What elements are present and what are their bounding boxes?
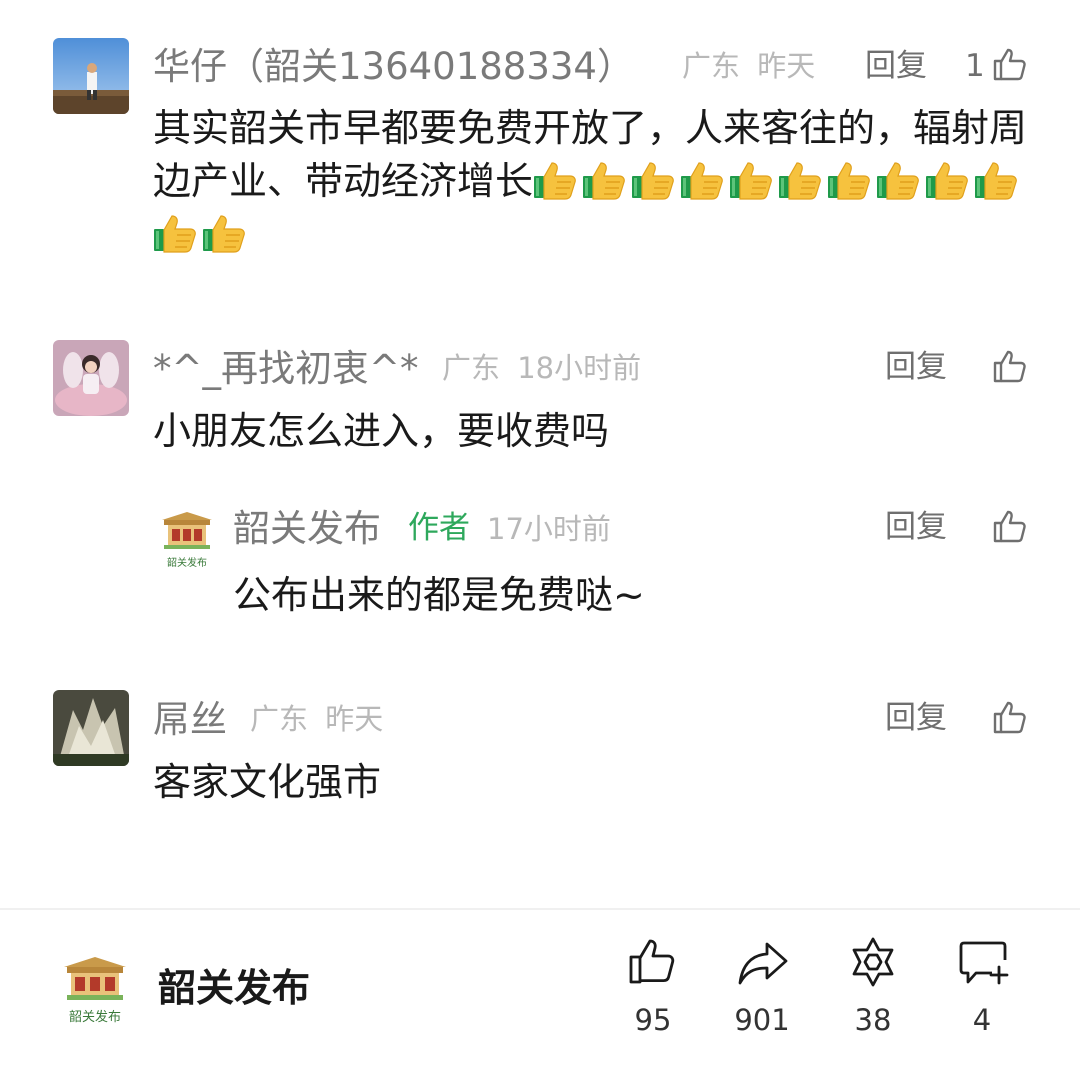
star-of-david-icon <box>852 937 894 987</box>
reply-button[interactable]: 回复 <box>885 703 947 734</box>
avatar[interactable] <box>53 340 129 416</box>
comment-meta: 广东 18小时前 <box>442 354 641 383</box>
bottom-bar-divider <box>0 908 1080 910</box>
author-badge: 作者 <box>408 510 470 546</box>
reply-text: 公布出来的都是免费哒~ <box>233 573 645 617</box>
thumbs-up-emoji-icon <box>153 213 197 253</box>
comment-text: 其实韶关市早都要免费开放了，人来客往的，辐射周边产业、带动经济增长 <box>153 102 1043 261</box>
account-name[interactable]: 韶关发布 <box>158 969 310 1007</box>
thumbs-up-emoji-icon <box>974 160 1018 200</box>
favorite-count: 38 <box>854 1003 892 1037</box>
thumbs-up-icon[interactable] <box>992 508 1028 544</box>
comment-time: 18小时前 <box>517 351 642 385</box>
thumbs-up-emoji-icon <box>925 160 969 200</box>
comment-meta: 广东 昨天 <box>682 52 815 81</box>
like-button[interactable] <box>628 937 678 989</box>
logo-caption: 韶关发布 <box>68 1010 121 1025</box>
reply-button[interactable]: 回复 <box>885 512 947 543</box>
comment-location: 广东 <box>250 702 309 736</box>
reply-time: 17小时前 <box>487 512 611 546</box>
author-avatar[interactable]: 韶关发布 <box>160 510 214 570</box>
thumbs-up-emoji-icon <box>533 160 577 200</box>
thumbs-up-emoji-icon <box>729 160 773 200</box>
reply-username[interactable]: 韶关发布 <box>233 510 381 547</box>
thumbs-up-emoji-icon <box>680 160 724 200</box>
comment-username[interactable]: 屌丝 <box>153 701 227 738</box>
favorite-button[interactable] <box>848 936 898 992</box>
comment-count: 4 <box>972 1003 992 1037</box>
thumbs-up-emoji-icon <box>876 160 920 200</box>
thumbs-up-emoji-icon <box>582 160 626 200</box>
share-button[interactable] <box>737 940 789 990</box>
thumbs-up-icon[interactable] <box>992 699 1028 735</box>
comment-text: 客家文化强市 <box>153 760 382 804</box>
thumbs-up-icon[interactable] <box>992 46 1028 82</box>
share-arrow-icon <box>738 942 788 985</box>
thumbs-up-icon[interactable] <box>992 348 1028 384</box>
thumbs-up-emoji-icon <box>778 160 822 200</box>
comment-username[interactable]: 华仔（韶关13640188334） <box>153 48 634 85</box>
thumbs-up-emoji-icon <box>631 160 675 200</box>
comment-meta: 广东 昨天 <box>250 705 383 734</box>
like-count: 1 <box>965 48 985 84</box>
reply-button[interactable]: 回复 <box>885 352 947 383</box>
comment-location: 广东 <box>442 351 501 385</box>
comment-text: 小朋友怎么进入，要收费吗 <box>153 409 610 453</box>
thumbs-up-emoji-icon <box>827 160 871 200</box>
comment-time: 昨天 <box>757 49 816 83</box>
avatar-caption: 韶关发布 <box>167 558 207 569</box>
thumbs-up-emoji-icon <box>202 213 246 253</box>
comment-location: 广东 <box>682 49 741 83</box>
avatar[interactable] <box>53 690 129 766</box>
reply-button[interactable]: 回复 <box>865 51 927 82</box>
comment-add-icon <box>959 941 1009 985</box>
thumbs-up-icon <box>629 939 675 984</box>
share-count: 901 <box>734 1003 790 1037</box>
comment-time: 昨天 <box>325 702 384 736</box>
account-logo[interactable]: 韶关发布 <box>62 955 132 1024</box>
like-count: 95 <box>634 1003 672 1037</box>
avatar[interactable] <box>53 38 129 114</box>
comment-username[interactable]: *^_再找初衷^* <box>153 350 419 387</box>
comment-button[interactable] <box>958 940 1010 990</box>
